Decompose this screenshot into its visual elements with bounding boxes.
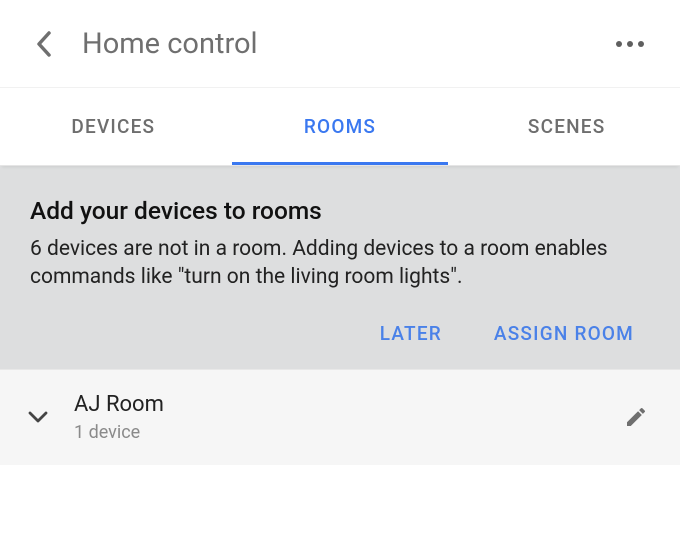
banner-actions: LATER ASSIGN ROOM	[30, 322, 650, 345]
more-options-button[interactable]	[608, 33, 652, 55]
tab-label: ROOMS	[304, 115, 376, 138]
tab-devices[interactable]: DEVICES	[0, 88, 227, 165]
more-icon	[638, 41, 644, 47]
tab-rooms[interactable]: ROOMS	[227, 88, 454, 165]
tab-scenes[interactable]: SCENES	[453, 88, 680, 165]
back-button[interactable]	[28, 28, 60, 60]
more-icon	[627, 41, 633, 47]
button-label: LATER	[380, 322, 442, 345]
assign-rooms-banner: Add your devices to rooms 6 devices are …	[0, 166, 680, 369]
chevron-down-icon	[27, 410, 49, 424]
tab-bar: DEVICES ROOMS SCENES	[0, 88, 680, 166]
room-subtitle: 1 device	[74, 422, 618, 443]
tab-label: DEVICES	[71, 115, 155, 138]
banner-text: 6 devices are not in a room. Adding devi…	[30, 235, 650, 292]
chevron-left-icon	[36, 30, 52, 58]
room-info: AJ Room 1 device	[74, 392, 618, 443]
later-button[interactable]: LATER	[380, 322, 442, 345]
more-icon	[616, 41, 622, 47]
tab-label: SCENES	[528, 115, 606, 138]
assign-room-button[interactable]: ASSIGN ROOM	[494, 322, 634, 345]
room-list-item[interactable]: AJ Room 1 device	[0, 369, 680, 465]
banner-title: Add your devices to rooms	[30, 196, 650, 225]
expand-toggle[interactable]	[22, 410, 54, 424]
edit-room-button[interactable]	[618, 399, 654, 435]
page-title: Home control	[82, 27, 608, 61]
app-header: Home control	[0, 0, 680, 88]
button-label: ASSIGN ROOM	[494, 322, 634, 345]
pencil-icon	[624, 405, 648, 429]
room-name: AJ Room	[74, 392, 618, 417]
